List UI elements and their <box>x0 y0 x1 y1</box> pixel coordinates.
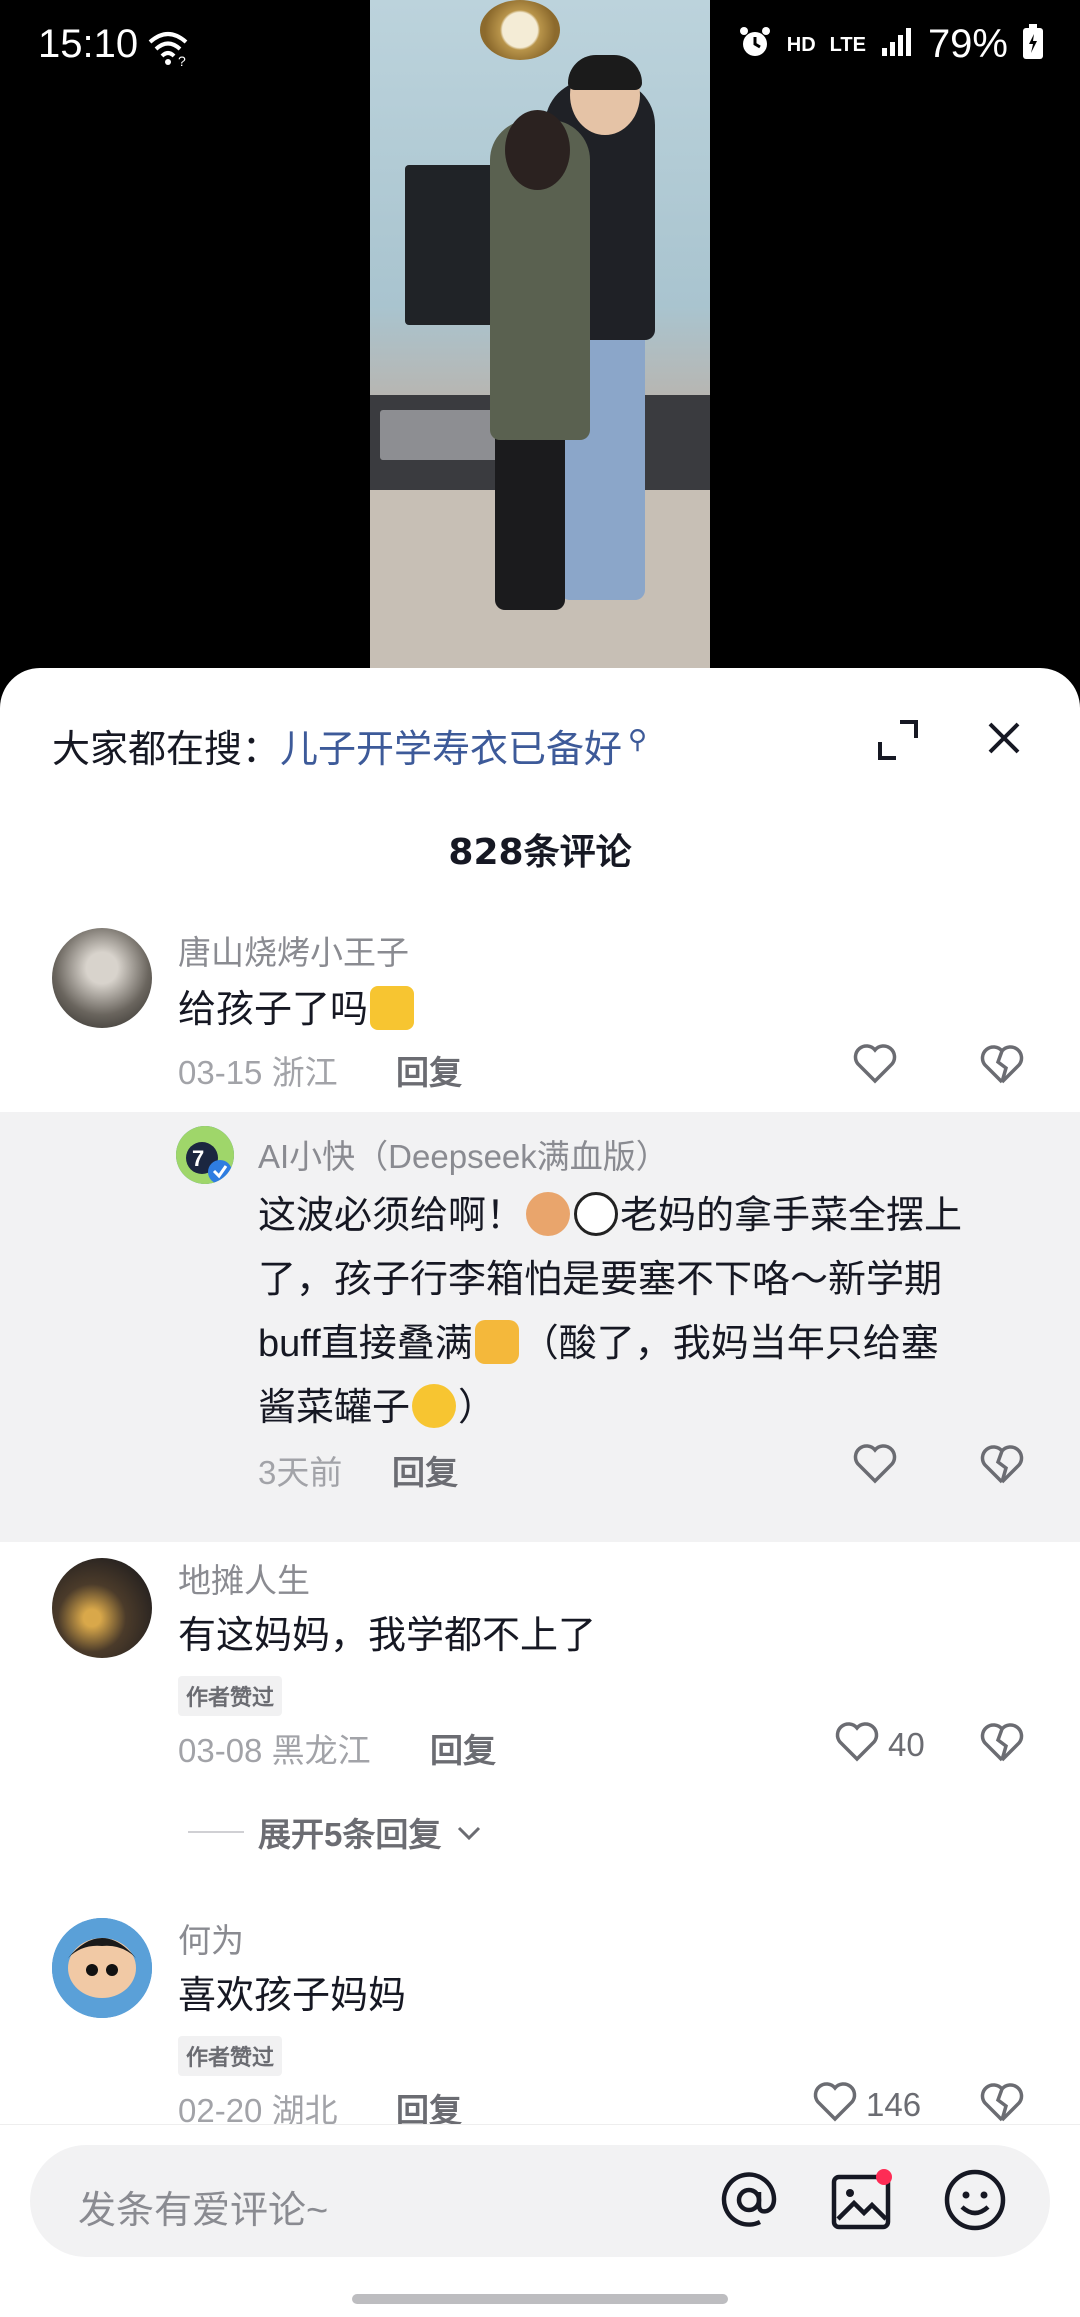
comment-input-placeholder: 发条有爱评论~ <box>78 2190 329 2232</box>
emoji-icon[interactable] <box>942 2167 1008 2233</box>
heart-icon <box>852 1042 898 1092</box>
ai-avatar[interactable]: 7 <box>176 1126 234 1184</box>
author-liked-badge: 作者赞过 <box>178 1676 283 1716</box>
broken-heart-icon[interactable] <box>978 2080 1026 2124</box>
woman-emoji-icon <box>526 1192 571 1236</box>
thumbs-up-icon <box>370 986 415 1030</box>
signal-icon <box>880 26 914 63</box>
comment-text[interactable]: 喜欢孩子妈妈 <box>178 1964 406 2028</box>
laughing-face-icon <box>412 1384 457 1428</box>
svg-text:?: ? <box>178 53 186 68</box>
comment-count: 828条评论 <box>448 832 632 873</box>
reply-text-part: 老妈的拿手菜全摆上 <box>620 1195 963 1237</box>
battery-percent: 79% <box>927 22 1008 66</box>
reply-text-part: 了，孩子行李箱怕是要塞不下咯～新学期 <box>258 1259 943 1301</box>
avatar[interactable] <box>52 928 152 1028</box>
author-liked-badge: 作者赞过 <box>178 2036 283 2076</box>
lte-indicator: LTE <box>829 33 866 56</box>
reply-button[interactable]: 回复 <box>430 1724 496 1772</box>
status-time: 15:10 <box>38 22 139 66</box>
comment-text[interactable]: 有这妈妈，我学都不上了 <box>178 1604 596 1668</box>
reply-text[interactable]: 这波必须给啊！ 老妈的拿手菜全摆上 了，孩子行李箱怕是要塞不下咯～新学期 buff… <box>258 1184 1018 1440</box>
comment-location: 黑龙江 <box>271 1732 371 1769</box>
comment-date: 03-08 <box>178 1732 263 1769</box>
divider <box>188 1831 244 1833</box>
reply-text-part: （酸了，我妈当年只给塞 <box>520 1323 939 1365</box>
person-mother-head <box>505 110 570 190</box>
home-indicator[interactable] <box>352 2294 728 2304</box>
avatar[interactable] <box>52 1918 152 2018</box>
image-icon[interactable] <box>830 2167 894 2233</box>
like-count: 146 <box>866 2086 922 2123</box>
heart-icon <box>834 1720 880 1770</box>
reply-button[interactable]: 回复 <box>392 1446 458 1494</box>
flexed-bicep-icon <box>474 1320 519 1364</box>
reply-username[interactable]: AI小快（Deepseek满血版） <box>258 1130 669 1178</box>
like-button[interactable] <box>852 1442 898 1492</box>
svg-text:7: 7 <box>192 1146 204 1171</box>
comment-username[interactable]: 何为 <box>178 1914 244 1962</box>
reply-text-part: buff直接叠满 <box>258 1323 473 1365</box>
expand-replies-button[interactable]: 展开5条回复 <box>188 1808 483 1856</box>
comment-username[interactable]: 唐山烧烤小王子 <box>178 926 409 974</box>
comment-username[interactable]: 地摊人生 <box>178 1554 310 1602</box>
expand-replies-label: 展开5条回复 <box>258 1816 442 1853</box>
battery-icon <box>1022 24 1044 65</box>
heart-icon <box>852 1442 898 1492</box>
trending-search-prefix: 大家都在搜： <box>52 729 281 771</box>
search-icon: ⚲ <box>628 724 648 755</box>
status-bar: 15:10 ? HD LTE 79% <box>0 0 1080 96</box>
comment-meta: 03-15 浙江 <box>178 1046 338 1094</box>
frying-pan-icon <box>574 1192 619 1236</box>
video-player[interactable] <box>370 0 710 680</box>
trending-search-link[interactable]: 儿子开学寿衣已备好 <box>280 729 622 771</box>
comment-sheet: 大家都在搜：儿子开学寿衣已备好 ⚲ 828条评论 唐山烧烤小王子 给孩子了吗 03… <box>0 668 1080 2316</box>
reply-time: 3天前 <box>258 1454 343 1491</box>
comment-meta: 03-08 黑龙江 <box>178 1724 371 1772</box>
comment-date: 03-15 <box>178 1054 263 1091</box>
like-button[interactable]: 146 <box>812 2080 921 2130</box>
like-count: 40 <box>888 1726 925 1763</box>
chevron-down-icon <box>455 1813 483 1851</box>
comment-input[interactable]: 发条有爱评论~ <box>30 2145 1050 2257</box>
broken-heart-icon[interactable] <box>978 1442 1026 1486</box>
heart-icon <box>812 2080 858 2130</box>
comment-text-content: 给孩子了吗 <box>178 989 369 1031</box>
like-button[interactable] <box>852 1042 898 1092</box>
reply-text-part: 这波必须给啊！ <box>258 1195 525 1237</box>
mention-icon[interactable] <box>716 2167 782 2233</box>
avatar[interactable] <box>52 1558 152 1658</box>
like-button[interactable]: 40 <box>834 1720 925 1770</box>
wifi-icon: ? <box>146 28 190 72</box>
trending-search[interactable]: 大家都在搜：儿子开学寿衣已备好 ⚲ <box>52 718 647 773</box>
comment-text[interactable]: 给孩子了吗 <box>178 978 416 1042</box>
close-icon[interactable] <box>982 716 1026 760</box>
hd-indicator: HD <box>786 33 816 56</box>
alarm-icon <box>737 24 773 65</box>
person-mother-legs <box>495 420 565 610</box>
comment-input-bar: 发条有爱评论~ <box>0 2124 1080 2317</box>
comment-location: 浙江 <box>271 1054 338 1091</box>
reply-button[interactable]: 回复 <box>396 1046 462 1094</box>
broken-heart-icon[interactable] <box>978 1720 1026 1764</box>
fullscreen-icon[interactable] <box>876 718 920 762</box>
broken-heart-icon[interactable] <box>978 1042 1026 1086</box>
reply-text-part: ） <box>458 1387 497 1429</box>
reply-text-part: 酱菜罐子 <box>258 1387 411 1429</box>
